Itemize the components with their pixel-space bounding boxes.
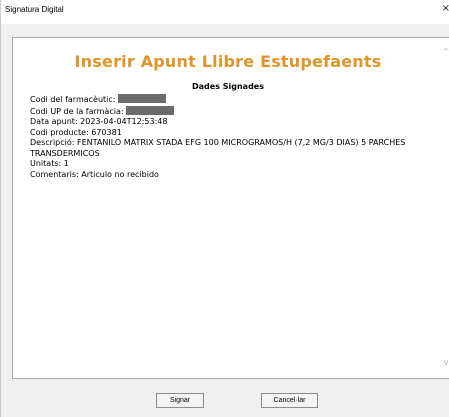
scroll-down-icon[interactable]: v <box>441 358 449 368</box>
field-codi-producte: Codi producte: 670381 <box>30 127 122 137</box>
field-data-apunt: Data apunt: 2023-04-04T12:53:48 <box>30 117 168 126</box>
redacted-value <box>117 94 166 103</box>
sign-button[interactable]: Signar <box>156 393 204 408</box>
window-title: Signatura Digital <box>5 5 64 14</box>
signed-fields: Codi del farmacèutic: Codi UP de la farm… <box>30 94 440 180</box>
page-title: Inserir Apunt Llibre Estupefaents <box>74 52 382 71</box>
field-label: Codi del farmacèutic: <box>30 95 116 104</box>
dialog-window: Signatura Digital × Inserir Apunt Llibre… <box>0 0 449 417</box>
signed-data-panel: Inserir Apunt Llibre Estupefaents Dades … <box>12 37 449 379</box>
close-icon[interactable]: × <box>438 3 449 19</box>
cancel-button[interactable]: Cancel·lar <box>261 393 318 408</box>
field-label: Codi UP de la farmàcia: <box>30 106 124 116</box>
field-codi-up: Codi UP de la farmàcia: <box>30 105 440 118</box>
scroll-up-icon[interactable]: ^ <box>441 47 449 57</box>
redacted-value <box>125 105 174 115</box>
field-unitats: Unitats: 1 <box>30 159 69 168</box>
field-codi-farmaceutic: Codi del farmacèutic: <box>30 94 440 106</box>
title-bar: Signatura Digital × <box>1 0 449 24</box>
field-descripcio: Descripció: FENTANILO MATRIX STADA EFG 1… <box>30 138 406 158</box>
field-comentaris: Comentaris: Articulo no recibido <box>30 169 159 179</box>
section-title: Dades Signades <box>192 82 264 91</box>
